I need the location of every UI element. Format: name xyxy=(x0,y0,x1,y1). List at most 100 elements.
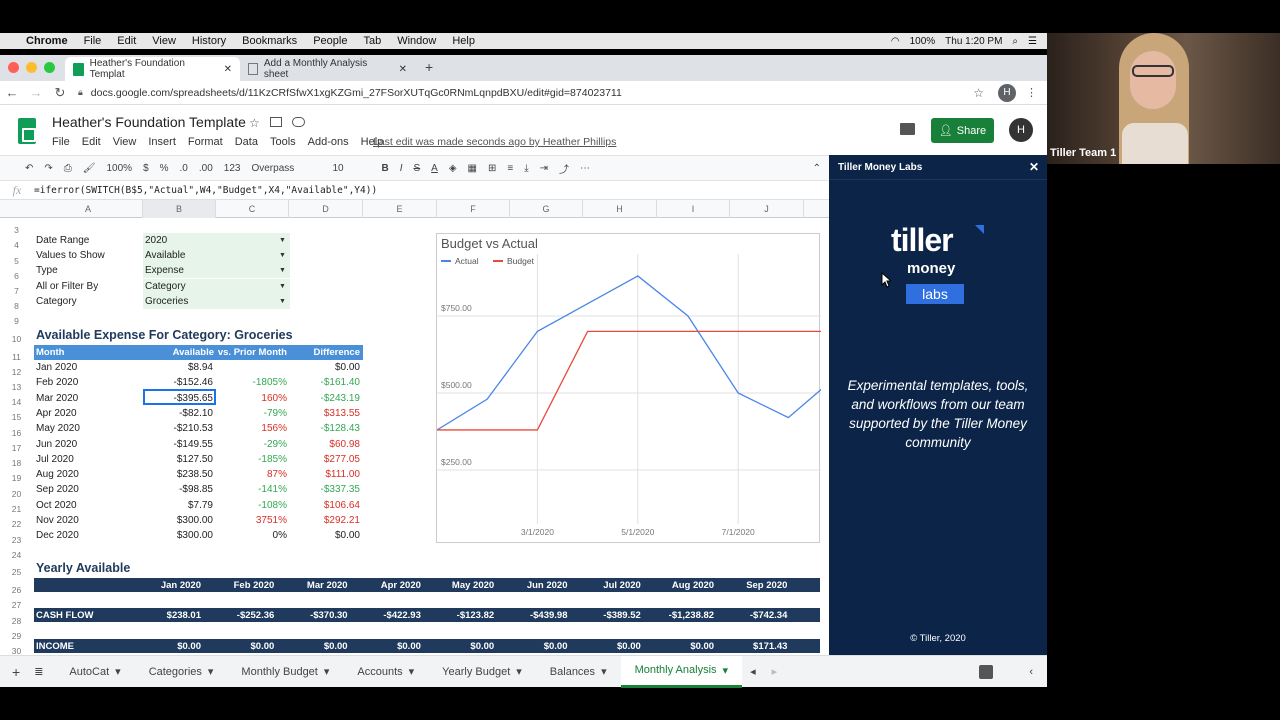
search-icon[interactable]: ⌕ xyxy=(1012,36,1018,47)
document-title[interactable]: Heather's Foundation Template xyxy=(52,114,246,130)
chevron-down-icon[interactable]: ▼ xyxy=(279,237,286,244)
menu-window[interactable]: Window xyxy=(397,35,436,47)
row-number[interactable]: 16 xyxy=(0,428,33,438)
row-number[interactable]: 30 xyxy=(0,646,33,655)
chevron-down-icon[interactable]: ▾ xyxy=(208,665,214,678)
lock-icon[interactable]: 🔒︎ xyxy=(78,87,83,98)
sheet-tab-autocat[interactable]: AutoCat ▾ xyxy=(55,656,134,688)
sheet-tab-accounts[interactable]: Accounts ▾ xyxy=(343,656,428,688)
table-cell-difference[interactable]: $106.64 xyxy=(289,498,360,513)
align-vertical-icon[interactable]: ⤓ xyxy=(524,163,528,174)
sheet-tab-categories[interactable]: Categories ▾ xyxy=(135,656,228,688)
row-number[interactable]: 23 xyxy=(0,535,33,545)
clock[interactable]: Thu 1:20 PM xyxy=(945,36,1002,47)
table-cell-month[interactable]: May 2020 xyxy=(36,421,80,436)
sheet-tab-monthly-budget[interactable]: Monthly Budget ▾ xyxy=(227,656,343,688)
table-cell-available[interactable]: $8.94 xyxy=(143,360,213,375)
table-cell-vs-prior[interactable]: 87% xyxy=(216,467,287,482)
table-cell-available[interactable]: $7.79 xyxy=(143,498,213,513)
more-formats-button[interactable]: 123 xyxy=(224,163,241,174)
param-value[interactable]: Category xyxy=(145,279,186,294)
chevron-down-icon[interactable]: ▼ xyxy=(279,267,286,274)
row-number[interactable]: 20 xyxy=(0,489,33,499)
formula-bar[interactable]: fx =iferror(SWITCH(B$5,"Actual",W4,"Budg… xyxy=(0,181,829,200)
menu-tools[interactable]: Tools xyxy=(270,136,296,148)
spreadsheet-grid[interactable]: ABCDEFGHIJ 3 4 5 6 7 8 9 10 11 12 13 14 15 16 17 18 19 20… xyxy=(0,200,829,655)
column-header[interactable]: F xyxy=(437,200,510,218)
table-cell-month[interactable]: Oct 2020 xyxy=(36,498,77,513)
table-cell-vs-prior[interactable]: 3751% xyxy=(216,513,287,528)
table-cell-month[interactable]: Jul 2020 xyxy=(36,452,74,467)
row-number[interactable]: 21 xyxy=(0,504,33,514)
row-number[interactable]: 14 xyxy=(0,397,33,407)
row-number[interactable]: 12 xyxy=(0,367,33,377)
move-folder-icon[interactable] xyxy=(270,117,282,127)
row-number[interactable]: 28 xyxy=(0,616,33,626)
table-cell-vs-prior[interactable]: -79% xyxy=(216,406,287,421)
chevron-down-icon[interactable]: ▼ xyxy=(279,298,286,305)
chevron-down-icon[interactable]: ▾ xyxy=(723,664,729,677)
text-rotation-icon[interactable]: ⤴ xyxy=(559,161,569,176)
table-cell-vs-prior[interactable] xyxy=(216,360,287,375)
chevron-down-icon[interactable]: ▾ xyxy=(516,665,522,678)
table-cell-difference[interactable]: $277.05 xyxy=(289,452,360,467)
table-cell-available[interactable]: -$210.53 xyxy=(143,421,213,436)
menu-file[interactable]: File xyxy=(52,136,70,148)
menu-data[interactable]: Data xyxy=(235,136,258,148)
menu-history[interactable]: History xyxy=(192,35,226,47)
scroll-tabs-right-icon[interactable]: ▸ xyxy=(764,665,786,678)
table-cell-difference[interactable]: $111.00 xyxy=(289,467,360,482)
menu-bookmarks[interactable]: Bookmarks xyxy=(242,35,297,47)
last-edit-link[interactable]: Last edit was made seconds ago by Heathe… xyxy=(373,136,616,148)
chevron-down-icon[interactable]: ▾ xyxy=(409,665,415,678)
chevron-down-icon[interactable]: ▾ xyxy=(601,665,607,678)
strikethrough-icon[interactable]: S xyxy=(413,163,420,174)
table-cell-month[interactable]: Sep 2020 xyxy=(36,482,79,497)
user-avatar[interactable]: H xyxy=(1009,118,1033,142)
redo-icon[interactable]: ↷ xyxy=(44,163,52,174)
menu-file[interactable]: File xyxy=(84,35,102,47)
table-cell-vs-prior[interactable]: -141% xyxy=(216,482,287,497)
row-number[interactable]: 4 xyxy=(0,240,33,250)
row-number[interactable]: 17 xyxy=(0,443,33,453)
table-cell-difference[interactable]: $0.00 xyxy=(289,528,360,543)
column-header[interactable]: G xyxy=(510,200,583,218)
income-value[interactable]: $171.43 xyxy=(695,639,787,654)
table-cell-month[interactable]: Jun 2020 xyxy=(36,437,77,452)
row-number[interactable]: 24 xyxy=(0,550,33,560)
merge-cells-icon[interactable]: ⊞ xyxy=(488,163,496,174)
row-number[interactable]: 13 xyxy=(0,382,33,392)
row-number[interactable]: 15 xyxy=(0,412,33,422)
row-number[interactable]: 27 xyxy=(0,600,33,610)
row-number[interactable]: 6 xyxy=(0,271,33,281)
comment-icon[interactable] xyxy=(900,123,915,135)
table-cell-vs-prior[interactable]: -185% xyxy=(216,452,287,467)
table-cell-vs-prior[interactable]: -29% xyxy=(216,437,287,452)
table-cell-month[interactable]: Nov 2020 xyxy=(36,513,79,528)
budget-vs-actual-chart[interactable]: $250.00 $500.00 $750.00 3/1/2020 5/1/2020 7/1… xyxy=(436,233,829,543)
table-cell-difference[interactable]: $292.21 xyxy=(289,513,360,528)
profile-avatar[interactable]: H xyxy=(998,83,1016,102)
row-number[interactable]: 18 xyxy=(0,458,33,468)
row-number[interactable]: 26 xyxy=(0,585,33,595)
menu-view[interactable]: View xyxy=(152,35,176,47)
menu-view[interactable]: View xyxy=(113,136,137,148)
table-cell-month[interactable]: Jan 2020 xyxy=(36,360,77,375)
table-cell-month[interactable]: Apr 2020 xyxy=(36,406,77,421)
fill-color-icon[interactable]: ◈ xyxy=(449,163,457,174)
borders-icon[interactable]: ▦ xyxy=(468,163,477,174)
kebab-menu-icon[interactable]: ⋮ xyxy=(1026,86,1037,99)
table-cell-available[interactable]: -$149.55 xyxy=(143,437,213,452)
cashflow-value[interactable]: -$742.34 xyxy=(695,608,788,623)
row-number[interactable]: 10 xyxy=(0,334,33,344)
row-number[interactable]: 19 xyxy=(0,473,33,483)
star-icon[interactable]: ☆ xyxy=(249,116,260,130)
param-value[interactable]: Groceries xyxy=(145,294,188,309)
sheet-tab-yearly-budget[interactable]: Yearly Budget ▾ xyxy=(428,656,536,688)
bookmark-star-icon[interactable]: ☆ xyxy=(973,86,984,100)
table-cell-available[interactable]: $127.50 xyxy=(143,452,213,467)
explore-icon[interactable] xyxy=(979,664,994,679)
decrease-decimal-button[interactable]: .0 xyxy=(180,163,188,174)
row-number[interactable]: 8 xyxy=(0,301,33,311)
column-header[interactable]: B xyxy=(143,200,216,218)
